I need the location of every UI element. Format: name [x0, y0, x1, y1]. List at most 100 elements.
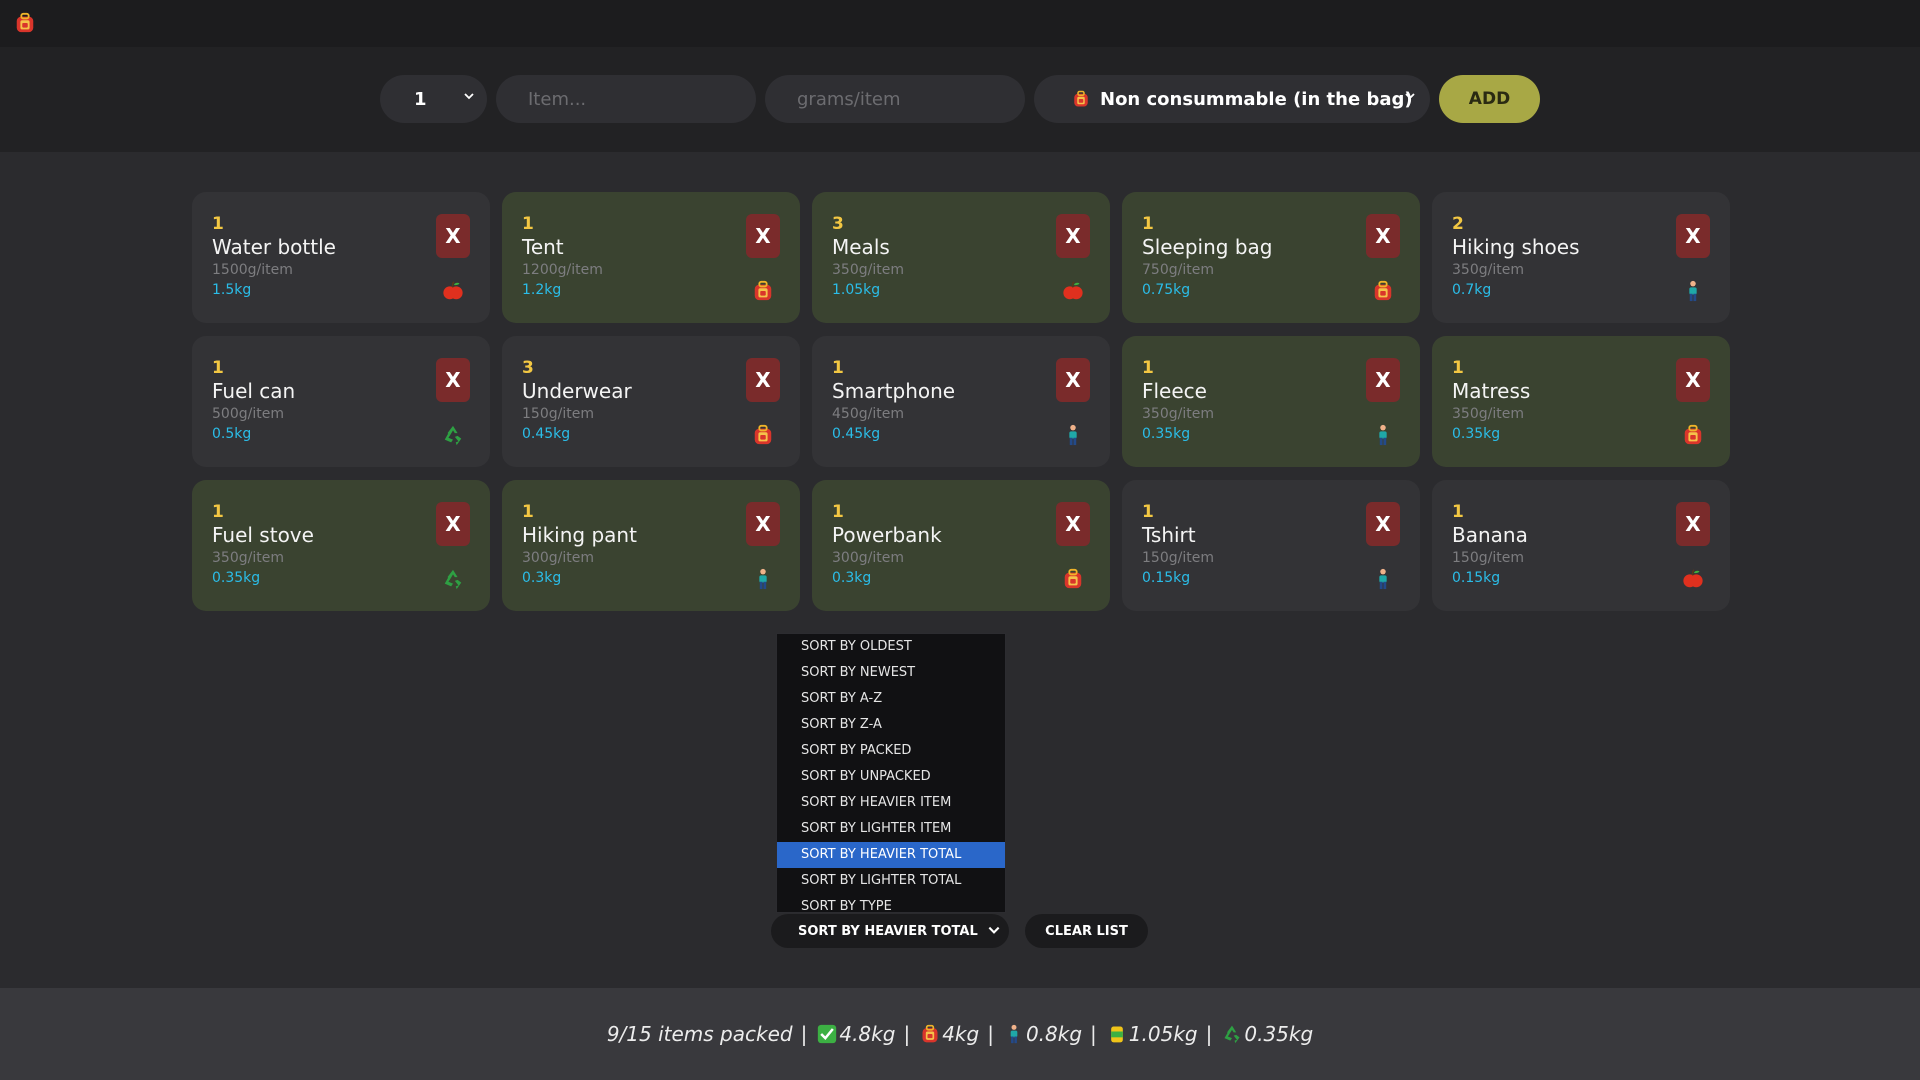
item-quantity: 1	[832, 502, 844, 522]
item-total-weight: 0.35kg	[212, 570, 261, 586]
sort-option[interactable]: SORT BY A-Z	[777, 686, 1005, 712]
item-card[interactable]: 1 Sleeping bag 750g/item 0.75kg X	[1122, 192, 1420, 323]
chevron-down-icon	[463, 90, 475, 102]
delete-item-button[interactable]: X	[1676, 502, 1710, 546]
delete-item-button[interactable]: X	[436, 214, 470, 258]
item-card[interactable]: 1 Smartphone 450g/item 0.45kg X	[812, 336, 1110, 467]
chevron-down-icon	[1404, 90, 1416, 102]
item-quantity: 1	[212, 502, 224, 522]
item-type-value: Non consummable (in the bag)	[1100, 88, 1413, 110]
item-weight-per-unit: 150g/item	[1142, 550, 1214, 566]
apple-icon[interactable]	[1682, 568, 1704, 590]
item-card[interactable]: 1 Fuel can 500g/item 0.5kg X	[192, 336, 490, 467]
item-type-select[interactable]: Non consummable (in the bag)	[1034, 75, 1430, 123]
delete-item-button[interactable]: X	[1676, 358, 1710, 402]
item-total-weight: 1.5kg	[212, 282, 252, 298]
item-weight-per-unit: 350g/item	[1452, 406, 1524, 422]
sort-option[interactable]: SORT BY NEWEST	[777, 660, 1005, 686]
item-name: Powerbank	[832, 523, 942, 547]
item-total-weight: 1.2kg	[522, 282, 562, 298]
item-total-weight: 0.5kg	[212, 426, 252, 442]
delete-item-button[interactable]: X	[436, 502, 470, 546]
person-icon[interactable]	[1062, 424, 1084, 446]
sort-option[interactable]: SORT BY PACKED	[777, 738, 1005, 764]
delete-item-button[interactable]: X	[1366, 214, 1400, 258]
backpack-icon[interactable]	[1372, 280, 1394, 302]
sort-option[interactable]: SORT BY LIGHTER ITEM	[777, 816, 1005, 842]
item-weight-per-unit: 350g/item	[1452, 262, 1524, 278]
add-button[interactable]: ADD	[1439, 75, 1540, 123]
item-card[interactable]: 2 Hiking shoes 350g/item 0.7kg X	[1432, 192, 1730, 323]
item-name: Water bottle	[212, 235, 336, 259]
separator: |	[903, 1022, 911, 1046]
sort-option[interactable]: SORT BY HEAVIER TOTAL	[777, 842, 1005, 868]
sort-select[interactable]: SORT BY HEAVIER TOTAL	[771, 914, 1009, 948]
item-card[interactable]: 1 Fuel stove 350g/item 0.35kg X	[192, 480, 490, 611]
bag-weight: 4kg	[942, 1022, 980, 1046]
item-card[interactable]: 3 Underwear 150g/item 0.45kg X	[502, 336, 800, 467]
delete-item-button[interactable]: X	[436, 358, 470, 402]
item-total-weight: 0.3kg	[522, 570, 562, 586]
packed-weight: 4.8kg	[839, 1022, 896, 1046]
item-weight-per-unit: 300g/item	[522, 550, 594, 566]
sort-option[interactable]: SORT BY UNPACKED	[777, 764, 1005, 790]
item-name: Smartphone	[832, 379, 956, 403]
item-quantity: 2	[1452, 214, 1464, 234]
item-card[interactable]: 1 Tshirt 150g/item 0.15kg X	[1122, 480, 1420, 611]
item-card[interactable]: 3 Meals 350g/item 1.05kg X	[812, 192, 1110, 323]
item-card[interactable]: 1 Tent 1200g/item 1.2kg X	[502, 192, 800, 323]
delete-item-button[interactable]: X	[1056, 214, 1090, 258]
item-total-weight: 0.45kg	[522, 426, 571, 442]
person-icon[interactable]	[1682, 280, 1704, 302]
item-total-weight: 0.35kg	[1142, 426, 1191, 442]
delete-item-button[interactable]: X	[1056, 502, 1090, 546]
sort-option[interactable]: SORT BY HEAVIER ITEM	[777, 790, 1005, 816]
item-name: Matress	[1452, 379, 1531, 403]
backpack-icon[interactable]	[1062, 568, 1084, 590]
sort-option[interactable]: SORT BY OLDEST	[777, 634, 1005, 660]
delete-item-button[interactable]: X	[746, 502, 780, 546]
backpack-icon[interactable]	[752, 280, 774, 302]
item-weight-per-unit: 350g/item	[1142, 406, 1214, 422]
quantity-select[interactable]: 1	[380, 75, 487, 123]
item-name-input[interactable]: Item...	[496, 75, 756, 123]
item-quantity: 1	[1142, 214, 1154, 234]
delete-item-button[interactable]: X	[746, 214, 780, 258]
sort-option[interactable]: SORT BY LIGHTER TOTAL	[777, 868, 1005, 894]
item-quantity: 1	[1452, 502, 1464, 522]
delete-item-button[interactable]: X	[1366, 358, 1400, 402]
item-quantity: 3	[832, 214, 844, 234]
item-total-weight: 0.15kg	[1452, 570, 1501, 586]
worn-weight: 0.8kg	[1025, 1022, 1083, 1046]
backpack-icon[interactable]	[14, 12, 36, 34]
clear-list-button[interactable]: CLEAR LIST	[1025, 914, 1148, 948]
separator: |	[800, 1022, 808, 1046]
apple-icon[interactable]	[1062, 280, 1084, 302]
delete-item-button[interactable]: X	[1676, 214, 1710, 258]
sort-option[interactable]: SORT BY Z-A	[777, 712, 1005, 738]
item-name: Tent	[522, 235, 564, 259]
person-icon[interactable]	[1372, 424, 1394, 446]
item-card[interactable]: 1 Fleece 350g/item 0.35kg X	[1122, 336, 1420, 467]
apple-icon[interactable]	[442, 280, 464, 302]
person-icon[interactable]	[752, 568, 774, 590]
grams-placeholder: grams/item	[797, 88, 901, 110]
backpack-icon[interactable]	[752, 424, 774, 446]
item-card[interactable]: 1 Powerbank 300g/item 0.3kg X	[812, 480, 1110, 611]
item-quantity: 1	[522, 502, 534, 522]
recycle-icon[interactable]	[442, 424, 464, 446]
item-card[interactable]: 1 Matress 350g/item 0.35kg X	[1432, 336, 1730, 467]
item-card[interactable]: 1 Water bottle 1500g/item 1.5kg X	[192, 192, 490, 323]
item-name: Meals	[832, 235, 890, 259]
item-card[interactable]: 1 Banana 150g/item 0.15kg X	[1432, 480, 1730, 611]
person-icon[interactable]	[1372, 568, 1394, 590]
item-card[interactable]: 1 Hiking pant 300g/item 0.3kg X	[502, 480, 800, 611]
check-icon	[817, 1024, 837, 1044]
delete-item-button[interactable]: X	[746, 358, 780, 402]
grams-input[interactable]: grams/item	[765, 75, 1025, 123]
recycle-icon[interactable]	[442, 568, 464, 590]
item-name: Fuel stove	[212, 523, 314, 547]
delete-item-button[interactable]: X	[1056, 358, 1090, 402]
delete-item-button[interactable]: X	[1366, 502, 1400, 546]
backpack-icon[interactable]	[1682, 424, 1704, 446]
